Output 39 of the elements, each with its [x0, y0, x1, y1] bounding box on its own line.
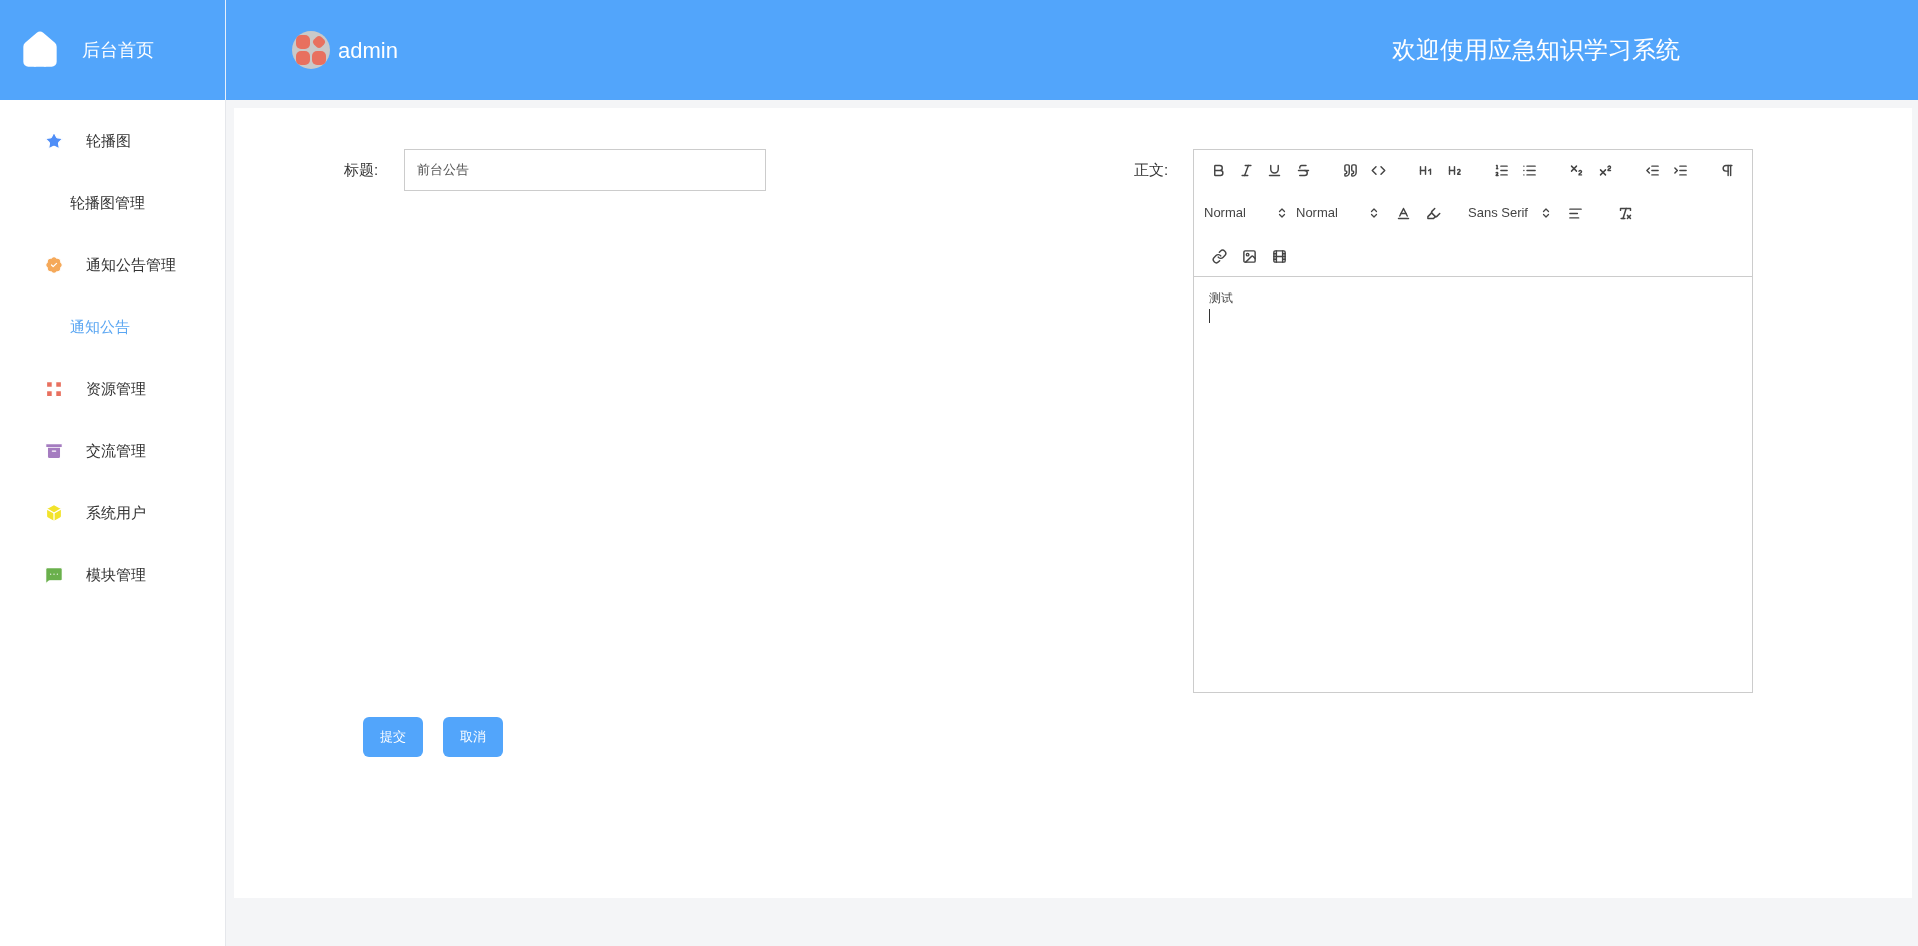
title-input[interactable]: 前台公告 [404, 149, 766, 191]
sidebar-menu-item[interactable]: 系统用户 [0, 482, 225, 544]
text-color-icon [1395, 205, 1411, 221]
strikethrough-icon [1295, 162, 1311, 178]
link-icon [1211, 248, 1227, 264]
pilcrow-icon [1720, 162, 1736, 178]
ordered-list-icon [1493, 162, 1509, 178]
film-icon [1271, 248, 1287, 264]
system-title: 欢迎使用应急知识学习系统 [1392, 35, 1680, 65]
sidebar-submenu-item[interactable]: 轮播图管理 [0, 172, 225, 234]
format-dropdown[interactable]: Normal [1296, 201, 1388, 225]
indent-icon [1673, 162, 1689, 178]
dropdown-caret-icon [1276, 207, 1288, 219]
sidebar-menu-item[interactable]: 通知公告管理 [0, 234, 225, 296]
italic-icon [1238, 162, 1254, 178]
sidebar-menu-item[interactable]: 交流管理 [0, 420, 225, 482]
home-icon[interactable] [20, 30, 60, 70]
sidebar-menu-item[interactable]: 模块管理 [0, 544, 225, 606]
align-left-icon [1567, 205, 1583, 221]
sidebar-menu-item[interactable]: 轮播图 [0, 110, 225, 172]
dropdown-caret-icon [1368, 207, 1380, 219]
outdent-icon [1644, 162, 1660, 178]
quote-icon [1342, 162, 1358, 178]
body-text: 测试 [1209, 290, 1233, 307]
user-avatar [292, 31, 330, 69]
superscript-icon [1597, 162, 1613, 178]
dropdown-caret-icon [1540, 207, 1552, 219]
title-label: 标题: [344, 160, 380, 180]
subscript-icon [1569, 162, 1585, 178]
sidebar-menu-item[interactable]: 资源管理 [0, 358, 225, 420]
clear-format-icon [1617, 205, 1633, 221]
body-label: 正文: [1134, 160, 1170, 180]
highlighter-icon [1425, 205, 1441, 221]
editor-body[interactable]: 测试 [1194, 277, 1752, 692]
format-dropdown[interactable]: Sans Serif [1468, 201, 1560, 225]
bullet-list-icon [1522, 162, 1538, 178]
underline-icon [1267, 162, 1283, 178]
image-icon [1241, 248, 1257, 264]
format-dropdown[interactable]: Normal [1204, 201, 1296, 225]
